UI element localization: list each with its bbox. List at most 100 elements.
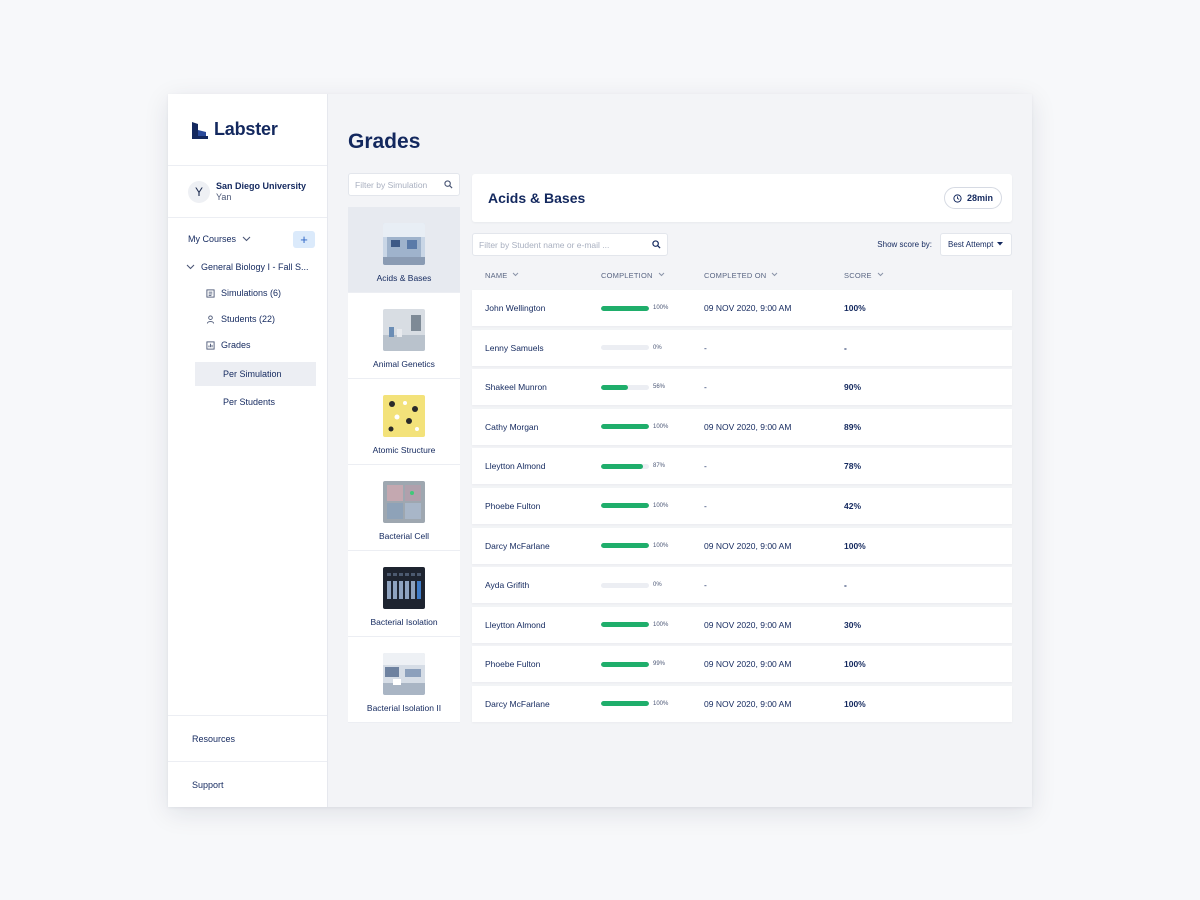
search-icon[interactable] xyxy=(444,180,453,189)
simulation-filter-input[interactable] xyxy=(355,179,444,190)
completion-cell: 100% xyxy=(601,424,704,430)
completion-percent: 87% xyxy=(653,463,666,470)
student-name[interactable]: Lleytton Almond xyxy=(472,461,601,471)
completed-on: - xyxy=(704,500,707,511)
column-header-completion[interactable]: COMPLETION xyxy=(601,271,704,280)
resources-link[interactable]: Resources xyxy=(168,715,327,761)
my-courses-label[interactable]: My Courses xyxy=(188,234,236,244)
simulation-name: Animal Genetics xyxy=(373,359,435,369)
app-window: Labster Y San Diego University Yan My Co… xyxy=(168,94,1032,807)
sidebar-item-simulations[interactable]: Simulations (6) xyxy=(168,280,327,306)
score: - xyxy=(844,342,847,353)
simulations-icon xyxy=(206,288,215,298)
student-name[interactable]: Cathy Morgan xyxy=(472,422,601,432)
completed-on: 09 NOV 2020, 9:00 AM xyxy=(704,303,792,313)
student-filter[interactable] xyxy=(472,233,668,256)
simulation-header: Acids & Bases 28min xyxy=(472,174,1012,222)
student-name[interactable]: Darcy McFarlane xyxy=(472,699,601,709)
avatar: Y xyxy=(188,180,210,203)
student-name[interactable]: Lenny Samuels xyxy=(472,343,601,353)
simulation-name: Acids & Bases xyxy=(376,273,432,283)
completion-cell: 0% xyxy=(601,345,704,351)
table-row[interactable]: Phoebe Fulton 99% 09 NOV 2020, 9:00 AM 100% xyxy=(472,646,1012,683)
column-header-completed-on[interactable]: COMPLETED ON xyxy=(704,271,844,280)
completion-bar xyxy=(601,503,649,509)
table-row[interactable]: Lleytton Almond 100% 09 NOV 2020, 9:00 AM 3… xyxy=(472,606,1012,643)
completion-percent: 100% xyxy=(653,502,669,509)
completion-bar xyxy=(601,582,649,588)
sidebar-item-per-students[interactable]: Per Students xyxy=(195,390,316,414)
student-name[interactable]: John Wellington xyxy=(472,303,601,313)
chevron-down-icon xyxy=(877,272,884,279)
completion-bar-fill xyxy=(601,622,649,628)
org-name: San Diego University xyxy=(216,180,307,191)
show-score-label: Show score by: xyxy=(877,240,932,249)
simulation-name: Bacterial Cell xyxy=(378,531,430,541)
simulation-card-bacterial-cell[interactable]: Bacterial Cell xyxy=(348,465,460,551)
column-header-score[interactable]: SCORE xyxy=(844,271,964,280)
completion-bar xyxy=(601,305,649,311)
completion-percent: 99% xyxy=(653,661,666,668)
completion-bar-fill xyxy=(601,463,643,469)
score: 100% xyxy=(844,659,866,670)
student-name[interactable]: Phoebe Fulton xyxy=(472,501,601,511)
simulation-card-bacterial-isolation[interactable]: Bacterial Isolation xyxy=(348,551,460,637)
chevron-down-icon[interactable] xyxy=(242,234,251,244)
completed-on: - xyxy=(704,342,707,353)
course-item[interactable]: General Biology I - Fall S... xyxy=(168,260,327,274)
score: - xyxy=(844,580,847,591)
table-row[interactable]: Lenny Samuels 0% - - xyxy=(472,329,1012,366)
chevron-down-icon xyxy=(658,272,665,279)
support-link[interactable]: Support xyxy=(168,761,327,807)
add-course-button[interactable]: + xyxy=(293,230,315,248)
search-icon[interactable] xyxy=(652,240,661,249)
simulation-card-animal-genetics[interactable]: Animal Genetics xyxy=(348,293,460,379)
completed-on: 09 NOV 2020, 9:00 AM xyxy=(704,619,792,630)
completion-bar xyxy=(601,543,649,549)
simulation-card-bacterial-isolation-ii[interactable]: Bacterial Isolation II xyxy=(348,637,460,723)
simulation-filter[interactable] xyxy=(348,173,460,196)
student-name[interactable]: Shakeel Munron xyxy=(472,382,601,392)
simulation-name: Atomic Structure xyxy=(372,445,436,455)
table-row[interactable]: Lleytton Almond 87% - 78% xyxy=(472,448,1012,485)
table-row[interactable]: Cathy Morgan 100% 09 NOV 2020, 9:00 AM 89% xyxy=(472,408,1012,445)
labster-logo-icon xyxy=(192,121,208,139)
duration-text: 28min xyxy=(966,193,993,203)
completion-percent: 0% xyxy=(653,344,662,351)
score-mode-select[interactable]: Best Attempt xyxy=(940,233,1012,256)
student-name[interactable]: Phoebe Fulton xyxy=(472,659,601,669)
logo[interactable]: Labster xyxy=(168,94,327,166)
table-row[interactable]: Ayda Grifith 0% - - xyxy=(472,567,1012,604)
table-row[interactable]: John Wellington 100% 09 NOV 2020, 9:00 AM 1… xyxy=(472,290,1012,326)
column-header-name[interactable]: NAME xyxy=(472,271,601,280)
student-name[interactable]: Lleytton Almond xyxy=(472,620,601,630)
sidebar-item-grades[interactable]: Grades xyxy=(168,332,327,358)
student-name[interactable]: Darcy McFarlane xyxy=(472,541,601,551)
sidebar-item-per-simulation[interactable]: Per Simulation xyxy=(195,362,316,386)
sidebar-item-students[interactable]: Students (22) xyxy=(168,306,327,332)
completion-bar-fill xyxy=(601,305,649,311)
student-name[interactable]: Ayda Grifith xyxy=(472,580,601,590)
table-toolbar: Show score by: Best Attempt xyxy=(472,233,1012,256)
completion-percent: 56% xyxy=(653,384,666,391)
simulation-card-acids-bases[interactable]: Acids & Bases xyxy=(348,207,460,293)
table-row[interactable]: Shakeel Munron 56% - 90% xyxy=(472,369,1012,406)
table-row[interactable]: Darcy McFarlane 100% 09 NOV 2020, 9:00 AM 1… xyxy=(472,527,1012,564)
grades-table-body: John Wellington 100% 09 NOV 2020, 9:00 AM 1… xyxy=(472,290,1012,722)
completion-cell: 100% xyxy=(601,622,704,628)
simulation-name: Bacterial Isolation II xyxy=(366,703,442,713)
completion-bar-fill xyxy=(601,661,649,667)
completion-bar-fill xyxy=(601,384,628,390)
org-switcher[interactable]: Y San Diego University Yan xyxy=(168,166,327,218)
chevron-down-icon[interactable] xyxy=(186,262,195,272)
completion-bar xyxy=(601,345,649,351)
simulation-card-atomic-structure[interactable]: Atomic Structure xyxy=(348,379,460,465)
completion-percent: 100% xyxy=(653,423,669,430)
main-content: Grades Acids & Bases xyxy=(328,94,1032,807)
simulation-list: Acids & Bases Animal Genetics Atomic Str… xyxy=(348,207,460,723)
score: 100% xyxy=(844,540,866,551)
table-row[interactable]: Phoebe Fulton 100% - 42% xyxy=(472,487,1012,524)
student-filter-input[interactable] xyxy=(479,239,652,250)
table-row[interactable]: Darcy McFarlane 100% 09 NOV 2020, 9:00 AM 1… xyxy=(472,685,1012,722)
score: 100% xyxy=(844,698,866,709)
